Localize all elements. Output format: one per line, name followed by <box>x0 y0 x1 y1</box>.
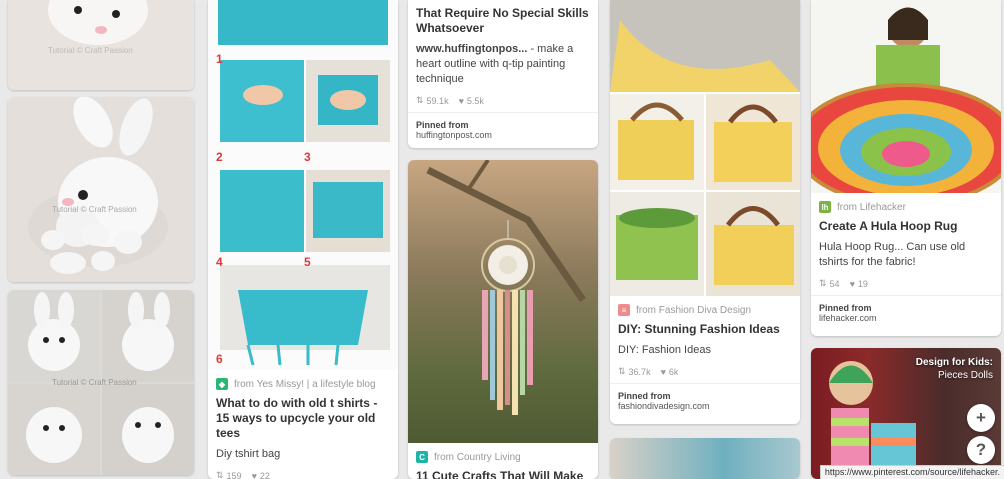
source-label: from Lifehacker <box>837 201 906 213</box>
pin-source[interactable]: ◆ from Yes Missy! | a lifestyle blog <box>216 378 390 390</box>
overlay-title: Design for Kids: <box>915 357 993 368</box>
repin-value: 159 <box>226 470 242 479</box>
status-url: https://www.pinterest.com/source/lifehac… <box>819 465 1004 479</box>
pinned-from[interactable]: Pinned from huffingtonpost.com <box>408 112 598 148</box>
repin-value: 54 <box>829 278 840 289</box>
pinned-from-label: Pinned from <box>819 303 872 313</box>
pinned-from-label: Pinned from <box>416 120 469 130</box>
pin-details: lh from Lifehacker Create A Hula Hoop Ru… <box>811 193 1001 295</box>
source-logo-icon: ◆ <box>216 378 228 390</box>
pin-dreamcatcher[interactable]: C from Country Living 11 Cute Crafts Tha… <box>408 160 598 479</box>
source-logo-icon: C <box>416 451 428 463</box>
pin-bunny-top[interactable]: Tutorial © Craft Passion <box>8 0 194 90</box>
pin-source[interactable]: C from Country Living <box>416 451 590 463</box>
repin-icon: ⇅ <box>216 470 224 479</box>
pin-details: C from Country Living 11 Cute Crafts Tha… <box>408 443 598 479</box>
repin-icon: ⇅ <box>416 95 424 105</box>
pinned-from-site: lifehacker.com <box>819 313 877 323</box>
pin-bunny-grid[interactable]: Tutorial © Craft Passion <box>8 290 194 475</box>
source-label: from Fashion Diva Design <box>636 304 752 316</box>
step-number: 2 <box>216 150 223 164</box>
pin-stats: ⇅ 54 ♥ 19 <box>819 278 993 289</box>
pinned-from-site: huffingtonpost.com <box>416 130 492 140</box>
pinned-from-site: fashiondivadesign.com <box>618 401 710 411</box>
pin-stats: ⇅ 36.7k ♥ 6k <box>618 366 792 377</box>
heart-icon: ♥ <box>849 278 855 289</box>
pin-stats: ⇅ 159 ♥ 22 <box>216 470 390 479</box>
source-logo-icon: lh <box>819 201 831 213</box>
like-count: ♥ 19 <box>850 279 868 289</box>
watermark: Tutorial © Craft Passion <box>52 378 137 387</box>
pin-stats: ⇅ 59.1k ♥ 5.5k <box>416 95 590 106</box>
like-count: ♥ 22 <box>252 471 270 479</box>
step-number: 6 <box>216 352 223 366</box>
source-label: from Yes Missy! | a lifestyle blog <box>234 378 376 390</box>
like-count: ♥ 6k <box>661 367 679 377</box>
pin-image <box>610 438 800 479</box>
pinned-from[interactable]: Pinned from lifehacker.com <box>811 295 1001 331</box>
pin-description: DIY: Fashion Ideas <box>618 344 711 356</box>
heart-icon: ♥ <box>660 366 666 377</box>
overlay-caption: Design for Kids: Pieces Dolls <box>916 356 993 382</box>
heart-icon: ♥ <box>458 95 464 106</box>
pin-description: Hula Hoop Rug... Can use old tshirts for… <box>819 241 966 268</box>
watermark: Tutorial © Craft Passion <box>52 205 137 214</box>
watermark: Tutorial © Craft Passion <box>48 46 133 55</box>
pin-fashion[interactable]: ≡ from Fashion Diva Design DIY: Stunning… <box>610 0 800 424</box>
repin-count: ⇅ 59.1k <box>416 95 449 106</box>
pin-bunny-mid[interactable]: Tutorial © Craft Passion <box>8 97 194 282</box>
help-button[interactable]: ? <box>967 436 995 464</box>
step-number: 5 <box>304 255 311 269</box>
pin-source[interactable]: lh from Lifehacker <box>819 201 993 213</box>
pinned-from[interactable]: Pinned from fashiondivadesign.com <box>610 383 800 419</box>
pin-huffpost[interactable]: That Require No Special Skills Whatsoeve… <box>408 0 598 148</box>
add-button[interactable]: + <box>967 404 995 432</box>
like-value: 22 <box>259 470 270 479</box>
repin-value: 59.1k <box>426 95 449 106</box>
step-number: 4 <box>216 255 223 269</box>
like-value: 19 <box>857 278 868 289</box>
pin-source[interactable]: ≡ from Fashion Diva Design <box>618 304 792 316</box>
help-icon: ? <box>975 440 987 459</box>
like-value: 5.5k <box>466 95 484 106</box>
repin-count: ⇅ 54 <box>819 278 840 289</box>
pin-image <box>811 0 1001 193</box>
repin-count: ⇅ 36.7k <box>618 366 651 377</box>
pin-title[interactable]: Create A Hula Hoop Rug <box>819 219 993 234</box>
heart-icon: ♥ <box>251 470 257 479</box>
source-logo-icon: ≡ <box>618 304 630 316</box>
description-link[interactable]: www.huffingtonpos... <box>416 43 527 55</box>
pin-description: www.huffingtonpos... - make a heart outl… <box>416 42 590 87</box>
step-number: 3 <box>304 150 311 164</box>
repin-value: 36.7k <box>628 366 651 377</box>
pin-yarn[interactable] <box>610 438 800 479</box>
pin-image <box>610 0 800 296</box>
repin-icon: ⇅ <box>819 278 827 288</box>
plus-icon: + <box>976 408 986 427</box>
pin-image <box>408 160 598 443</box>
step-number: 1 <box>216 52 223 66</box>
pin-image: Tutorial © Craft Passion <box>8 97 194 282</box>
pin-title[interactable]: DIY: Stunning Fashion Ideas <box>618 322 792 337</box>
pinned-from-label: Pinned from <box>618 391 671 401</box>
source-label: from Country Living <box>434 451 521 463</box>
pin-details: ≡ from Fashion Diva Design DIY: Stunning… <box>610 296 800 383</box>
pin-image: 1 2 3 4 5 6 <box>208 0 398 370</box>
pin-title[interactable]: What to do with old t shirts - 15 ways t… <box>216 396 390 441</box>
pin-tshirt[interactable]: 1 2 3 4 5 6 ◆ from Yes Missy! | a lifest… <box>208 0 398 479</box>
overlay-subtitle: Pieces Dolls <box>937 370 993 381</box>
repin-count: ⇅ 159 <box>216 470 242 479</box>
like-value: 6k <box>668 366 679 377</box>
pin-image: Tutorial © Craft Passion <box>8 0 194 90</box>
pin-image: Tutorial © Craft Passion <box>8 290 194 475</box>
like-count: ♥ 5.5k <box>459 96 484 106</box>
pin-description: Diy tshirt bag <box>216 448 281 460</box>
pin-board: Tutorial © Craft Passion Tutorial © Craf… <box>0 0 1004 479</box>
pin-hulahoop[interactable]: lh from Lifehacker Create A Hula Hoop Ru… <box>811 0 1001 336</box>
pin-title[interactable]: 11 Cute Crafts That Will Make <box>416 469 590 479</box>
pin-details: ◆ from Yes Missy! | a lifestyle blog Wha… <box>208 370 398 479</box>
repin-icon: ⇅ <box>618 366 626 376</box>
pin-title[interactable]: That Require No Special Skills Whatsoeve… <box>416 6 590 36</box>
pin-details: That Require No Special Skills Whatsoeve… <box>408 0 598 112</box>
